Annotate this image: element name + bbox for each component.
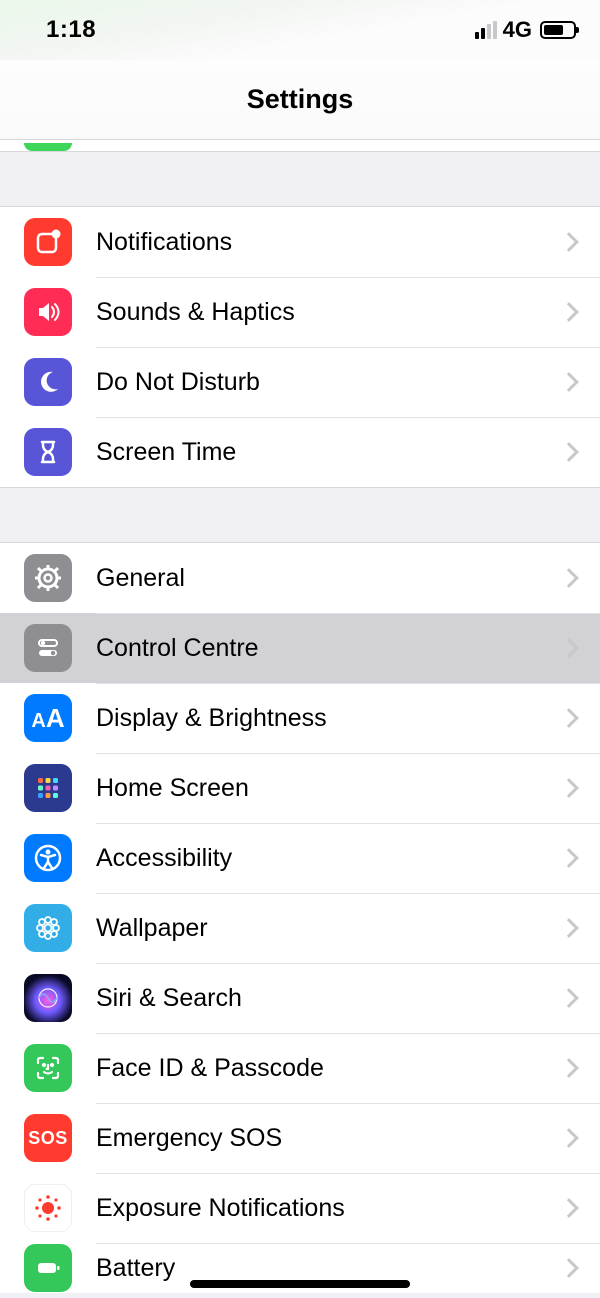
chevron-right-icon bbox=[559, 918, 579, 938]
faceid-icon bbox=[24, 1044, 72, 1092]
notifications-icon bbox=[24, 218, 72, 266]
network-label: 4G bbox=[503, 17, 532, 43]
settings-group-2: General Control Centre AA Display & Brig… bbox=[0, 542, 600, 1293]
row-label: Home Screen bbox=[96, 774, 562, 803]
flower-icon bbox=[24, 904, 72, 952]
chevron-right-icon bbox=[559, 442, 579, 462]
row-label: Control Centre bbox=[96, 634, 562, 663]
page-title: Settings bbox=[247, 84, 354, 115]
row-label: Wallpaper bbox=[96, 914, 562, 943]
row-label: Siri & Search bbox=[96, 984, 562, 1013]
peek-icon bbox=[24, 143, 72, 151]
siri-icon bbox=[24, 974, 72, 1022]
text-size-icon: AA bbox=[24, 694, 72, 742]
chevron-right-icon bbox=[559, 638, 579, 658]
chevron-right-icon bbox=[559, 302, 579, 322]
row-screen-time[interactable]: Screen Time bbox=[0, 417, 600, 487]
row-display-brightness[interactable]: AA Display & Brightness bbox=[0, 683, 600, 753]
settings-screen: 1:18 4G Settings N bbox=[0, 0, 600, 1298]
exposure-icon bbox=[24, 1184, 72, 1232]
chevron-right-icon bbox=[559, 1198, 579, 1218]
row-control-centre[interactable]: Control Centre bbox=[0, 613, 600, 683]
accessibility-icon bbox=[24, 834, 72, 882]
row-sounds-haptics[interactable]: Sounds & Haptics bbox=[0, 277, 600, 347]
toggles-icon bbox=[24, 624, 72, 672]
row-face-id-passcode[interactable]: Face ID & Passcode bbox=[0, 1033, 600, 1103]
cellular-signal-icon bbox=[475, 21, 497, 39]
row-siri-search[interactable]: Siri & Search bbox=[0, 963, 600, 1033]
row-label: Display & Brightness bbox=[96, 704, 562, 733]
battery-icon bbox=[540, 21, 576, 39]
status-bar: 1:18 4G bbox=[0, 0, 600, 60]
row-label: General bbox=[96, 564, 562, 593]
row-home-screen[interactable]: Home Screen bbox=[0, 753, 600, 823]
status-right: 4G bbox=[475, 17, 576, 43]
row-wallpaper[interactable]: Wallpaper bbox=[0, 893, 600, 963]
group-gap bbox=[0, 152, 600, 206]
sos-icon: SOS bbox=[24, 1114, 72, 1162]
row-label: Do Not Disturb bbox=[96, 368, 562, 397]
status-time: 1:18 bbox=[46, 16, 96, 44]
row-accessibility[interactable]: Accessibility bbox=[0, 823, 600, 893]
chevron-right-icon bbox=[559, 708, 579, 728]
row-emergency-sos[interactable]: SOS Emergency SOS bbox=[0, 1103, 600, 1173]
row-label: Face ID & Passcode bbox=[96, 1054, 562, 1083]
previous-group-peek bbox=[0, 140, 600, 152]
grid-icon bbox=[24, 764, 72, 812]
chevron-right-icon bbox=[559, 232, 579, 252]
row-label: Exposure Notifications bbox=[96, 1194, 562, 1223]
row-label: Accessibility bbox=[96, 844, 562, 873]
row-do-not-disturb[interactable]: Do Not Disturb bbox=[0, 347, 600, 417]
settings-group-1: Notifications Sounds & Haptics Do Not Di… bbox=[0, 206, 600, 488]
settings-list[interactable]: Notifications Sounds & Haptics Do Not Di… bbox=[0, 140, 600, 1298]
row-label: Battery bbox=[96, 1254, 562, 1283]
battery-icon bbox=[24, 1244, 72, 1292]
home-indicator[interactable] bbox=[190, 1280, 410, 1288]
chevron-right-icon bbox=[559, 1258, 579, 1278]
row-general[interactable]: General bbox=[0, 543, 600, 613]
speaker-icon bbox=[24, 288, 72, 336]
hourglass-icon bbox=[24, 428, 72, 476]
row-label: Notifications bbox=[96, 228, 562, 257]
row-exposure-notifications[interactable]: Exposure Notifications bbox=[0, 1173, 600, 1243]
chevron-right-icon bbox=[559, 988, 579, 1008]
chevron-right-icon bbox=[559, 1058, 579, 1078]
row-label: Sounds & Haptics bbox=[96, 298, 562, 327]
chevron-right-icon bbox=[559, 568, 579, 588]
row-label: Emergency SOS bbox=[96, 1124, 562, 1153]
moon-icon bbox=[24, 358, 72, 406]
group-gap bbox=[0, 488, 600, 542]
row-label: Screen Time bbox=[96, 438, 562, 467]
chevron-right-icon bbox=[559, 848, 579, 868]
chevron-right-icon bbox=[559, 778, 579, 798]
row-notifications[interactable]: Notifications bbox=[0, 207, 600, 277]
nav-header: Settings bbox=[0, 60, 600, 140]
chevron-right-icon bbox=[559, 372, 579, 392]
gear-icon bbox=[24, 554, 72, 602]
chevron-right-icon bbox=[559, 1128, 579, 1148]
